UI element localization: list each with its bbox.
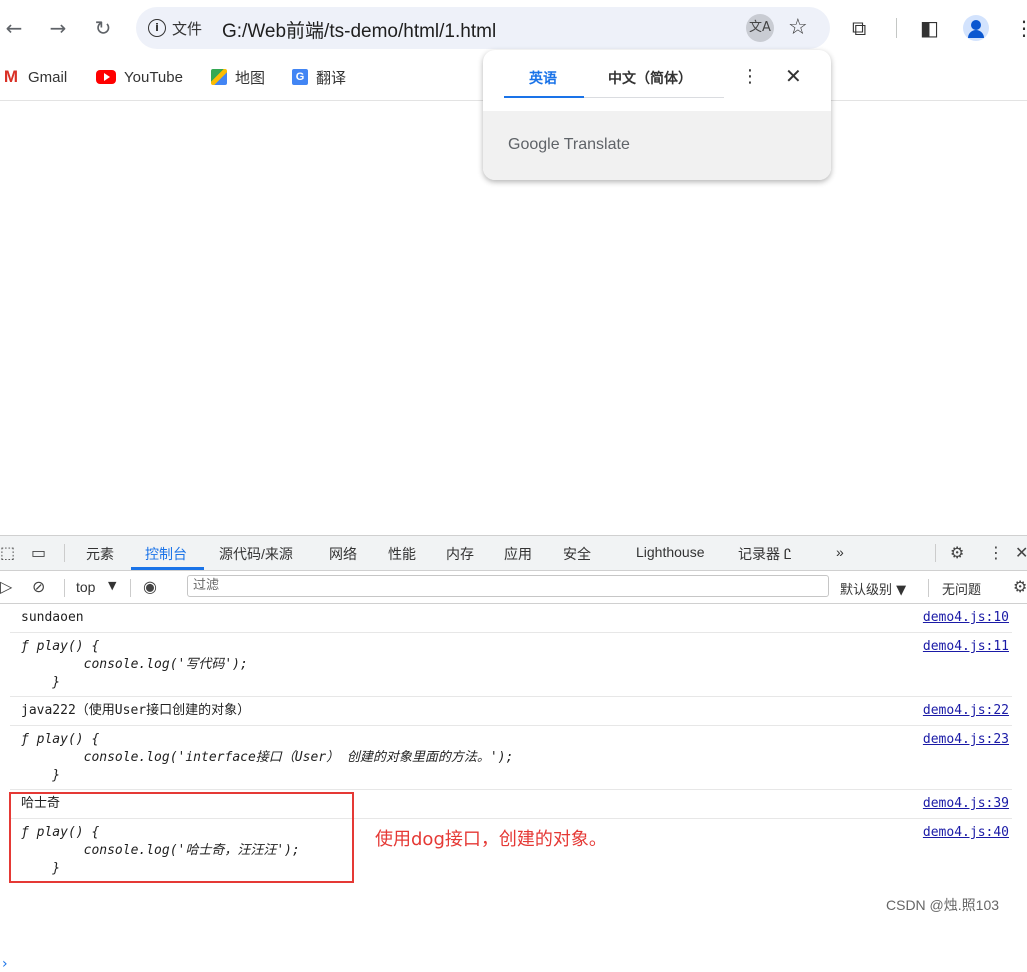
gmail-icon: M: [3, 67, 19, 86]
translate-icon: G: [292, 69, 308, 85]
tab-divider: [584, 97, 724, 98]
console-filter-input[interactable]: 过滤: [187, 575, 829, 597]
toolbar-divider: [64, 579, 65, 597]
annotation-note: 使用dog接口，创建的对象。: [375, 829, 607, 850]
source-link[interactable]: demo4.js:39: [923, 795, 1009, 813]
bookmark-label: 翻译: [316, 69, 347, 87]
source-link[interactable]: demo4.js:23: [923, 731, 1009, 749]
more-tabs-icon[interactable]: »: [836, 544, 844, 560]
url-text[interactable]: G:/Web前端/ts-demo/html/1.html: [222, 16, 496, 43]
bookmark-maps[interactable]: 地图: [211, 65, 265, 89]
console-row: sundaoen demo4.js:10: [10, 604, 1012, 633]
maps-icon: [211, 69, 227, 85]
source-link[interactable]: demo4.js:10: [923, 609, 1009, 627]
live-expression-eye-icon[interactable]: ◉: [143, 577, 157, 596]
console-filter-bar: ▷ ⊘ top ▼ ◉ 过滤 默认级别 ▼ 无问题 ⚙: [0, 571, 1027, 604]
youtube-icon: [96, 70, 116, 84]
console-message[interactable]: ƒ play() { console.log('写代码'); }: [21, 638, 248, 692]
tab-target-language[interactable]: 中文（简体）: [608, 68, 692, 88]
chevron-down-icon[interactable]: ▼: [108, 579, 116, 592]
tab-console[interactable]: 控制台: [145, 544, 187, 564]
site-chip-label: 文件: [172, 20, 203, 38]
popup-footer: Google Translate: [483, 111, 831, 180]
source-link[interactable]: demo4.js:40: [923, 824, 1009, 842]
browser-toolbar: ← → ↻ i 文件 G:/Web前端/ts-demo/html/1.html …: [0, 0, 1027, 56]
tab-recorder[interactable]: 记录器 Ꮭ: [738, 544, 792, 564]
console-row: ƒ play() { console.log('interface接口（User…: [10, 726, 1012, 790]
translate-popup: 英语 中文（简体） ⋮ ✕ Google Translate: [483, 50, 831, 180]
console-row: ƒ play() { console.log('写代码'); } demo4.j…: [10, 633, 1012, 697]
reload-icon[interactable]: ↻: [89, 14, 117, 42]
tab-memory[interactable]: 内存: [446, 544, 474, 564]
issues-counter[interactable]: 无问题: [942, 579, 981, 598]
close-icon[interactable]: ✕: [785, 64, 802, 88]
bookmark-star-icon[interactable]: ☆: [788, 14, 808, 42]
address-bar[interactable]: i 文件 G:/Web前端/ts-demo/html/1.html 文A ☆: [136, 7, 830, 49]
console-settings-icon[interactable]: ⚙: [1013, 577, 1027, 596]
source-link[interactable]: demo4.js:11: [923, 638, 1009, 656]
console-message: sundaoen: [21, 610, 84, 625]
more-options-icon[interactable]: ⋮: [741, 66, 759, 87]
back-icon[interactable]: ←: [0, 14, 28, 42]
bookmark-translate[interactable]: G 翻译: [292, 65, 346, 89]
tab-performance[interactable]: 性能: [388, 544, 416, 564]
forward-icon[interactable]: →: [44, 14, 72, 42]
device-toolbar-icon[interactable]: ▭: [31, 543, 46, 562]
toolbar-divider: [130, 579, 131, 597]
tab-application[interactable]: 应用: [504, 544, 532, 564]
bookmark-label: YouTube: [124, 68, 183, 86]
clear-console-icon[interactable]: ⊘: [32, 577, 45, 596]
source-link[interactable]: demo4.js:22: [923, 702, 1009, 720]
active-tab-indicator: [504, 96, 584, 98]
bookmark-youtube[interactable]: YouTube: [96, 65, 183, 89]
close-devtools-icon[interactable]: ✕: [1015, 543, 1027, 562]
tab-lighthouse[interactable]: Lighthouse: [636, 544, 705, 560]
tab-divider: [64, 544, 65, 562]
bookmark-label: Gmail: [28, 68, 68, 86]
console-row: java222（使用User接口创建的对象） demo4.js:22: [10, 697, 1012, 726]
inspect-element-icon[interactable]: ⬚: [0, 543, 15, 562]
extensions-icon[interactable]: ⧉: [852, 14, 866, 42]
tab-network[interactable]: 网络: [329, 544, 357, 564]
translate-page-icon[interactable]: 文A: [746, 14, 774, 42]
tab-sources[interactable]: 源代码/来源: [219, 544, 293, 564]
sidebar-toggle-icon[interactable]: ▷: [0, 577, 12, 596]
console-message[interactable]: ƒ play() { console.log('interface接口（User…: [21, 731, 513, 785]
bookmark-label: 地图: [235, 69, 266, 87]
highlight-box: [9, 792, 354, 883]
side-panel-icon[interactable]: ◧: [920, 14, 939, 42]
toolbar-divider: [896, 18, 897, 38]
profile-avatar-icon[interactable]: [963, 15, 989, 41]
log-level-dropdown[interactable]: 默认级别 ▼: [840, 579, 906, 598]
toolbar-divider: [928, 579, 929, 597]
tab-divider: [935, 544, 936, 562]
devtools-menu-icon[interactable]: ⋮: [988, 543, 1004, 562]
tab-source-language[interactable]: 英语: [529, 68, 557, 88]
devtools-tabbar: ⬚ ▭ 元素 控制台 源代码/来源 网络 性能 内存 应用 安全 Lightho…: [0, 536, 1027, 571]
settings-gear-icon[interactable]: ⚙: [950, 543, 964, 562]
google-translate-logo: Google Translate: [508, 136, 630, 153]
site-info-icon[interactable]: i: [148, 19, 166, 37]
watermark: CSDN @烛.照103: [886, 897, 1000, 913]
bookmark-gmail[interactable]: M Gmail: [2, 65, 67, 89]
tab-security[interactable]: 安全: [563, 544, 591, 564]
active-tab-indicator: [131, 567, 204, 570]
context-selector[interactable]: top: [76, 579, 95, 595]
tab-elements[interactable]: 元素: [86, 544, 114, 564]
console-message: java222（使用User接口创建的对象）: [21, 703, 251, 718]
console-prompt-chevron-icon[interactable]: ›: [2, 956, 8, 972]
menu-kebab-icon[interactable]: ⋮: [1014, 14, 1027, 42]
